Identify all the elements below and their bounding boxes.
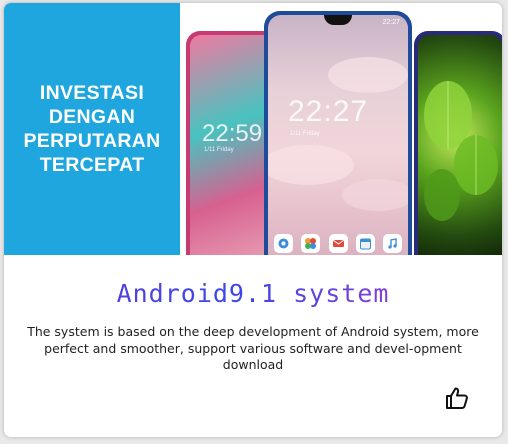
music-icon [383,234,402,253]
product-card: INVESTASI DENGAN PERPUTARAN TERCEPAT 22:… [4,3,502,437]
app-dock [274,234,402,253]
cloud-wallpaper [268,57,408,211]
lockscreen-date: 1/11 Friday [204,147,234,153]
product-title: Android9.1 system [4,279,502,308]
lockscreen-clock: 22:59 [202,120,263,147]
promo-line: DENGAN [48,106,136,128]
product-description: The system is based on the deep developm… [27,324,479,372]
lockscreen-date: 1/11 Friday [290,131,320,137]
mail-icon [328,234,348,253]
phones-image: 22:59 1/11 Friday 22:27 22:27 1/11 Frida… [180,3,502,255]
calendar-icon [355,234,375,253]
phone-center: 22:27 22:27 1/11 Friday [264,11,412,255]
promo-line: INVESTASI [39,82,145,104]
promo-line: TERCEPAT [39,154,145,176]
product-banner: INVESTASI DENGAN PERPUTARAN TERCEPAT 22:… [4,3,502,255]
phone-right-screen [418,35,502,255]
thumbs-up-icon [446,387,468,409]
promo-panel: INVESTASI DENGAN PERPUTARAN TERCEPAT [4,3,180,255]
promo-line: PERPUTARAN [23,130,161,152]
settings-icon [274,234,293,253]
phone-right [414,31,502,255]
gallery-icon [301,234,321,253]
lockscreen-clock: 22:27 [288,95,369,128]
promo-text: INVESTASI DENGAN PERPUTARAN TERCEPAT [4,81,180,177]
leaf-wallpaper [424,81,498,221]
phone-left-screen: 22:59 1/11 Friday [190,35,274,255]
like-button[interactable] [444,385,470,411]
phone-center-screen: 22:27 22:27 1/11 Friday [268,15,408,255]
